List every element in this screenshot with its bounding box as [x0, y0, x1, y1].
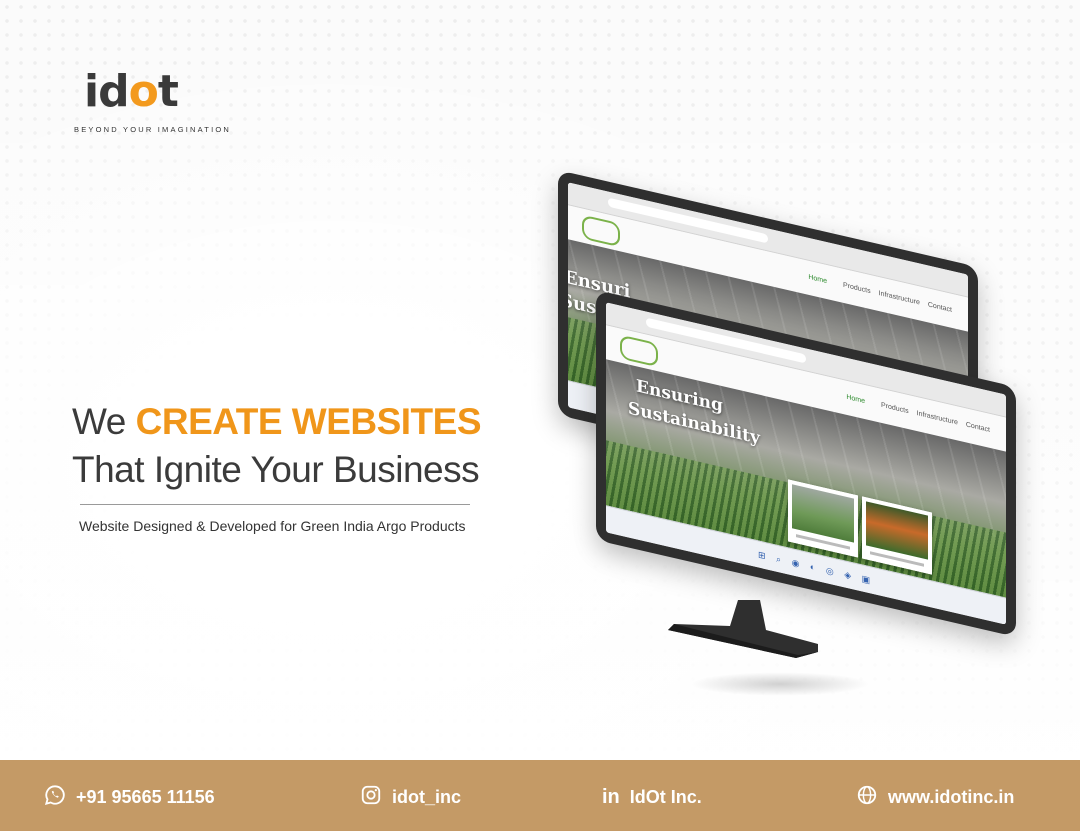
headline-block: We CREATE WEBSITES That Ignite Your Busi…: [72, 398, 482, 494]
nav-infrastructure: Infrastructure: [916, 410, 958, 427]
nav-infrastructure: Infrastructure: [878, 290, 920, 307]
nav-home: Home: [808, 273, 827, 286]
footer-website-text: www.idotinc.in: [888, 786, 1015, 807]
footer-phone[interactable]: +91 95665 11156: [44, 784, 215, 810]
idot-logo: idot BEYOND YOUR IMAGINATION: [74, 62, 234, 142]
thumbnail-image: [866, 501, 928, 560]
logo-wordmark: idot: [84, 66, 179, 117]
nav-contact: Contact: [965, 421, 990, 434]
footer-instagram[interactable]: idot_inc: [360, 784, 461, 810]
nav-home: Home: [846, 393, 865, 406]
footer-linkedin[interactable]: in IdOt Inc.: [602, 784, 702, 810]
instagram-icon: [360, 784, 382, 811]
nav-products: Products: [881, 401, 909, 416]
footer-linkedin-text: IdOt Inc.: [629, 786, 702, 807]
headline-line-2: That Ignite Your Business: [72, 449, 480, 490]
globe-icon: [856, 784, 878, 811]
headline-divider: [80, 504, 470, 505]
linkedin-icon: in: [602, 785, 620, 808]
nav-products: Products: [843, 281, 871, 296]
stand-shadow: [690, 672, 870, 696]
headline-line-1: We CREATE WEBSITES: [72, 398, 482, 446]
footer-instagram-text: idot_inc: [392, 786, 462, 807]
headline-accent: CREATE WEBSITES: [135, 401, 482, 442]
contact-footer: +91 95665 11156 idot_inc in IdOt Inc. ww…: [0, 760, 1080, 831]
thumbnail-image: [792, 484, 854, 543]
whatsapp-icon: [44, 784, 66, 811]
site-logo: [620, 334, 658, 368]
headline-prefix: We: [72, 401, 126, 442]
footer-website[interactable]: www.idotinc.in: [856, 784, 1014, 810]
site-logo: [582, 214, 620, 248]
logo-tagline: BEYOND YOUR IMAGINATION: [74, 125, 232, 134]
headline-subline: Website Designed & Developed for Green I…: [79, 518, 466, 534]
nav-contact: Contact: [927, 301, 952, 314]
monitor-stand: [668, 600, 818, 658]
footer-phone-text: +91 95665 11156: [76, 786, 215, 807]
